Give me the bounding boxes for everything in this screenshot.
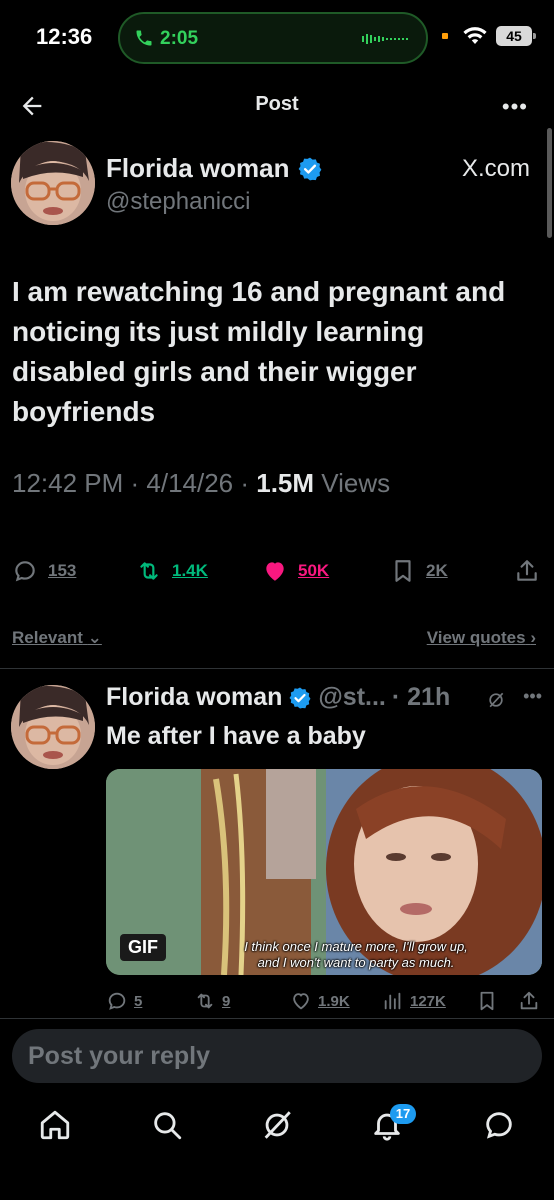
status-bar: 12:36 2:05 45 (0, 0, 554, 76)
battery-icon: 45 (496, 26, 536, 46)
divider (0, 668, 554, 669)
call-duration: 2:05 (160, 28, 199, 49)
reply-reply-count: 5 (134, 992, 143, 1010)
scrollbar[interactable] (547, 128, 552, 238)
reply-views-button[interactable]: 127K (382, 990, 446, 1012)
top-nav: Post ••• (0, 80, 554, 130)
replies-sort-row: Relevant ⌄ View quotes › (12, 628, 542, 652)
like-button[interactable]: 50K (262, 558, 329, 584)
author-name-row[interactable]: Florida woman (106, 153, 323, 184)
bottom-tab-bar (0, 1098, 554, 1158)
reply-button[interactable]: 153 (12, 558, 76, 584)
messages-icon[interactable] (482, 1108, 516, 1142)
bookmark-count: 2K (426, 561, 448, 580)
view-quotes-link[interactable]: View quotes › (427, 628, 536, 648)
search-icon[interactable] (150, 1108, 184, 1142)
sort-label: Relevant (12, 628, 83, 647)
reply-more-icon[interactable]: ••• (523, 686, 542, 707)
reply-author-handle: @st... (318, 683, 386, 711)
page-title: Post (255, 93, 299, 115)
reply-actions: 5 9 1.9K 127K (0, 990, 554, 1018)
author-avatar[interactable] (11, 141, 95, 225)
status-indicators: 45 (442, 24, 536, 48)
reply-repost-button[interactable]: 9 (194, 990, 230, 1012)
views-count[interactable]: 1.5M (256, 468, 314, 498)
repost-button[interactable]: 1.4K (136, 558, 208, 584)
like-count: 50K (298, 561, 330, 580)
audio-wave-icon (362, 34, 408, 44)
heart-filled-icon (266, 562, 284, 581)
chevron-right-icon: › (530, 628, 536, 647)
share-button[interactable] (514, 558, 540, 584)
reply-icon (108, 992, 126, 1010)
repost-count: 1.4K (172, 561, 208, 580)
reply-like-count: 1.9K (318, 992, 350, 1010)
privacy-indicator-icon (442, 33, 448, 39)
reply-views-count: 127K (410, 992, 446, 1010)
status-time: 12:36 (36, 24, 93, 49)
reply-text: Me after I have a baby (106, 722, 366, 750)
notification-count-badge: 17 (390, 1104, 416, 1124)
reply-count: 153 (48, 561, 77, 580)
grok-icon[interactable] (260, 1108, 294, 1142)
author-handle[interactable]: @stephanicci (106, 188, 250, 216)
heart-outline-icon (293, 993, 309, 1010)
phone-icon (136, 30, 152, 46)
reply-input-placeholder: Post your reply (28, 1042, 210, 1070)
gif-caption-line-1: I think once I mature more, I'll grow up… (244, 939, 468, 954)
gif-caption-line-2: and I won't want to party as much. (257, 955, 455, 970)
post-metadata: 12:42 PM · 4/14/26 · 1.5M Views (12, 468, 390, 499)
reply-time: · 21h (391, 683, 451, 711)
reply-like-button[interactable]: 1.9K (290, 990, 350, 1012)
repost-icon (140, 562, 158, 580)
reply-share-button[interactable] (518, 990, 540, 1012)
sort-dropdown[interactable]: Relevant ⌄ (12, 628, 102, 648)
home-icon[interactable] (38, 1108, 72, 1142)
views-label: Views (314, 468, 391, 498)
share-icon (520, 991, 538, 1010)
repost-icon (197, 993, 213, 1009)
author-name: Florida woman (106, 153, 290, 183)
view-quotes-label: View quotes (426, 628, 526, 647)
share-icon (517, 560, 537, 581)
reply-author-name: Florida woman (106, 683, 283, 711)
bookmark-icon (480, 991, 494, 1011)
reply-author-avatar[interactable] (11, 685, 95, 769)
bookmark-icon (395, 560, 411, 582)
verified-badge-icon (289, 687, 311, 708)
views-chart-icon (384, 992, 401, 1010)
post-actions: 153 1.4K 50K 2K (0, 558, 554, 592)
chevron-down-icon: ⌄ (87, 628, 102, 647)
bookmark-button[interactable]: 2K (390, 558, 448, 584)
wifi-icon (463, 27, 487, 44)
reply-composer[interactable]: Post your reply (12, 1029, 542, 1083)
divider (0, 1018, 554, 1019)
source-label: X.com (461, 155, 530, 182)
reply-repost-count: 9 (222, 992, 231, 1010)
gif-caption: I think once I mature more, I'll grow up… (186, 939, 526, 971)
verified-badge-icon (299, 157, 322, 180)
reply-icon (15, 561, 35, 582)
grok-icon[interactable] (486, 690, 506, 710)
reply-header[interactable]: Florida woman @st... · 21h (106, 683, 450, 712)
post-timestamp: 12:42 PM · 4/14/26 · (12, 468, 257, 498)
reply-reply-button[interactable]: 5 (106, 990, 142, 1012)
active-call-pill[interactable]: 2:05 (118, 12, 428, 64)
reply-bookmark-button[interactable] (476, 990, 498, 1012)
gif-badge: GIF (120, 934, 166, 961)
reply-gif[interactable]: GIF I think once I mature more, I'll gro… (106, 769, 542, 975)
more-options-icon[interactable]: ••• (502, 94, 528, 120)
post-text: I am rewatching 16 and pregnant and noti… (12, 276, 506, 427)
